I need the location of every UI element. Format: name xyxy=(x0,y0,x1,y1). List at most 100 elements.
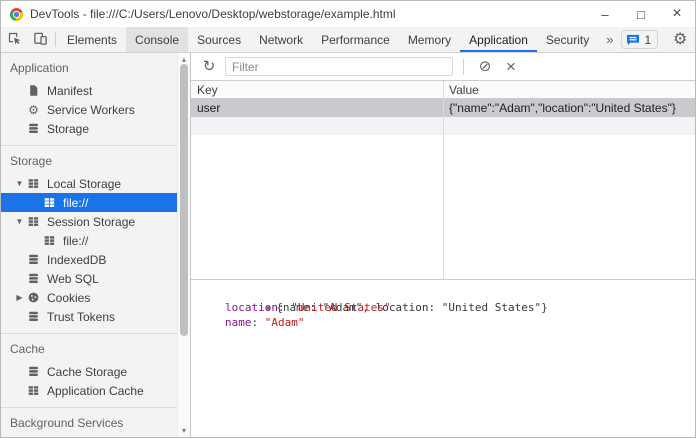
chevron-down-icon[interactable]: ▼ xyxy=(13,179,26,188)
sidebar-item-file[interactable]: file:// xyxy=(1,193,177,212)
table-icon xyxy=(42,234,57,248)
property-row-name: name: "Adam" xyxy=(198,315,695,330)
sidebar-item-label: file:// xyxy=(63,196,88,210)
window-title: DevTools - file:///C:/Users/Lenovo/Deskt… xyxy=(30,7,396,21)
chrome-logo-icon xyxy=(10,8,23,21)
sidebar-item-background-fetch[interactable]: ↑↓Background Fetch xyxy=(1,436,177,437)
more-tabs-button[interactable]: » xyxy=(598,27,621,52)
property-colon: : xyxy=(278,301,291,314)
property-name: location xyxy=(225,301,278,314)
sidebar-item-manifest[interactable]: Manifest xyxy=(1,81,177,100)
sidebar-item-cache-storage[interactable]: Cache Storage xyxy=(1,362,177,381)
tab-performance[interactable]: Performance xyxy=(312,27,399,52)
database-icon xyxy=(26,310,41,324)
database-icon xyxy=(26,253,41,267)
sidebar-item-label: Web SQL xyxy=(47,272,99,286)
toolbar-divider xyxy=(55,32,56,47)
property-value: "United States" xyxy=(291,301,390,314)
toggle-device-toolbar-button[interactable] xyxy=(27,27,53,52)
tab-application[interactable]: Application xyxy=(460,27,537,52)
tab-security[interactable]: Security xyxy=(537,27,598,52)
sidebar-item-label: file:// xyxy=(63,234,88,248)
cookie-icon xyxy=(26,291,41,305)
sidebar-item-file[interactable]: file:// xyxy=(1,231,177,250)
sidebar-item-label: Storage xyxy=(47,122,89,136)
table-icon xyxy=(42,196,57,210)
delete-all-button[interactable]: ⊘ xyxy=(472,55,498,79)
property-colon: : xyxy=(252,316,265,329)
sidebar-item-label: Manifest xyxy=(47,84,92,98)
column-header-key[interactable]: Key xyxy=(191,81,443,98)
sidebar-item-label: Application Cache xyxy=(47,384,144,398)
application-sidebar: ApplicationManifest⚙Service WorkersStora… xyxy=(1,53,191,437)
tab-sources[interactable]: Sources xyxy=(188,27,250,52)
key-cell[interactable]: user xyxy=(191,99,443,117)
property-value: "Adam" xyxy=(265,316,305,329)
scrollbar-thumb[interactable] xyxy=(180,64,188,336)
window-controls: – □ × xyxy=(587,1,695,27)
sidebar-item-label: Session Storage xyxy=(47,215,135,229)
sidebar-item-trust-tokens[interactable]: Trust Tokens xyxy=(1,307,177,326)
sidebar-item-label: Trust Tokens xyxy=(47,310,115,324)
issues-count: 1 xyxy=(644,33,651,47)
refresh-icon: ↻ xyxy=(203,59,216,74)
value-preview-pane: ▼{name: "Adam", location: "United States… xyxy=(191,279,695,437)
value-cell[interactable]: {"name":"Adam","location":"United States… xyxy=(443,99,695,117)
delete-selected-button[interactable]: × xyxy=(498,55,524,79)
section-title-cache: Cache xyxy=(1,334,177,362)
column-divider[interactable] xyxy=(443,81,444,279)
sidebar-item-application-cache[interactable]: Application Cache xyxy=(1,381,177,400)
property-name: name xyxy=(225,316,252,329)
gear-icon: ⚙ xyxy=(26,103,41,117)
sidebar-item-label: IndexedDB xyxy=(47,253,106,267)
tab-memory[interactable]: Memory xyxy=(399,27,460,52)
block-icon: ⊘ xyxy=(479,59,492,74)
sidebar-scrollbar[interactable]: ▴ ▾ xyxy=(177,53,190,437)
issues-badge[interactable]: 1 xyxy=(621,30,658,49)
message-bubble-icon xyxy=(626,34,640,46)
minimize-button[interactable]: – xyxy=(587,1,623,27)
refresh-button[interactable]: ↻ xyxy=(196,55,222,79)
filter-input[interactable] xyxy=(225,57,453,76)
tab-elements[interactable]: Elements xyxy=(58,27,126,52)
gear-icon: ⚙ xyxy=(673,32,687,48)
sidebar-item-local-storage[interactable]: ▼ Local Storage xyxy=(1,174,177,193)
tab-network[interactable]: Network xyxy=(250,27,312,52)
devtools-window: DevTools - file:///C:/Users/Lenovo/Deskt… xyxy=(0,0,696,438)
tab-console[interactable]: Console xyxy=(126,27,188,52)
database-icon xyxy=(26,272,41,286)
sidebar-item-label: Local Storage xyxy=(47,177,121,191)
chevron-down-icon[interactable]: ▼ xyxy=(13,217,26,226)
sidebar-item-service-workers[interactable]: ⚙ Service Workers xyxy=(1,100,177,119)
x-icon: × xyxy=(506,58,516,75)
settings-button[interactable]: ⚙ xyxy=(668,32,692,48)
maximize-button[interactable]: □ xyxy=(623,1,659,27)
sidebar-item-cookies[interactable]: ▶ Cookies xyxy=(1,288,177,307)
close-button[interactable]: × xyxy=(659,1,695,27)
inspect-element-button[interactable] xyxy=(1,27,27,52)
tabbar-right-controls: 1 ⚙ ⋮ xyxy=(621,27,696,52)
sidebar-item-storage[interactable]: Storage xyxy=(1,119,177,138)
section-title-storage: Storage xyxy=(1,146,177,174)
title-bar: DevTools - file:///C:/Users/Lenovo/Deskt… xyxy=(1,1,695,27)
sidebar-item-label: Service Workers xyxy=(47,103,135,117)
panel-tabs: ElementsConsoleSourcesNetworkPerformance… xyxy=(58,27,598,52)
chevron-right-icon[interactable]: ▶ xyxy=(13,293,26,302)
devtools-tab-bar: ElementsConsoleSourcesNetworkPerformance… xyxy=(1,27,695,53)
sidebar-item-web-sql[interactable]: Web SQL xyxy=(1,269,177,288)
document-icon xyxy=(26,84,41,98)
storage-items-table: Key Value user{"name":"Adam","location":… xyxy=(191,81,695,279)
sidebar-item-label: Cache Storage xyxy=(47,365,127,379)
toolbar-separator xyxy=(463,59,464,75)
sidebar-item-indexeddb[interactable]: IndexedDB xyxy=(1,250,177,269)
main-menu-button[interactable]: ⋮ xyxy=(692,33,696,47)
content-area: ApplicationManifest⚙Service WorkersStora… xyxy=(1,53,695,437)
inspect-cursor-icon xyxy=(7,31,22,49)
object-summary-row: ▼{name: "Adam", location: "United States… xyxy=(198,285,695,300)
scroll-down-arrow-icon[interactable]: ▾ xyxy=(178,424,190,436)
sidebar-item-session-storage[interactable]: ▼ Session Storage xyxy=(1,212,177,231)
table-icon xyxy=(26,215,41,229)
table-icon xyxy=(26,384,41,398)
sidebar-item-label: Cookies xyxy=(47,291,90,305)
column-header-value[interactable]: Value xyxy=(443,81,695,98)
